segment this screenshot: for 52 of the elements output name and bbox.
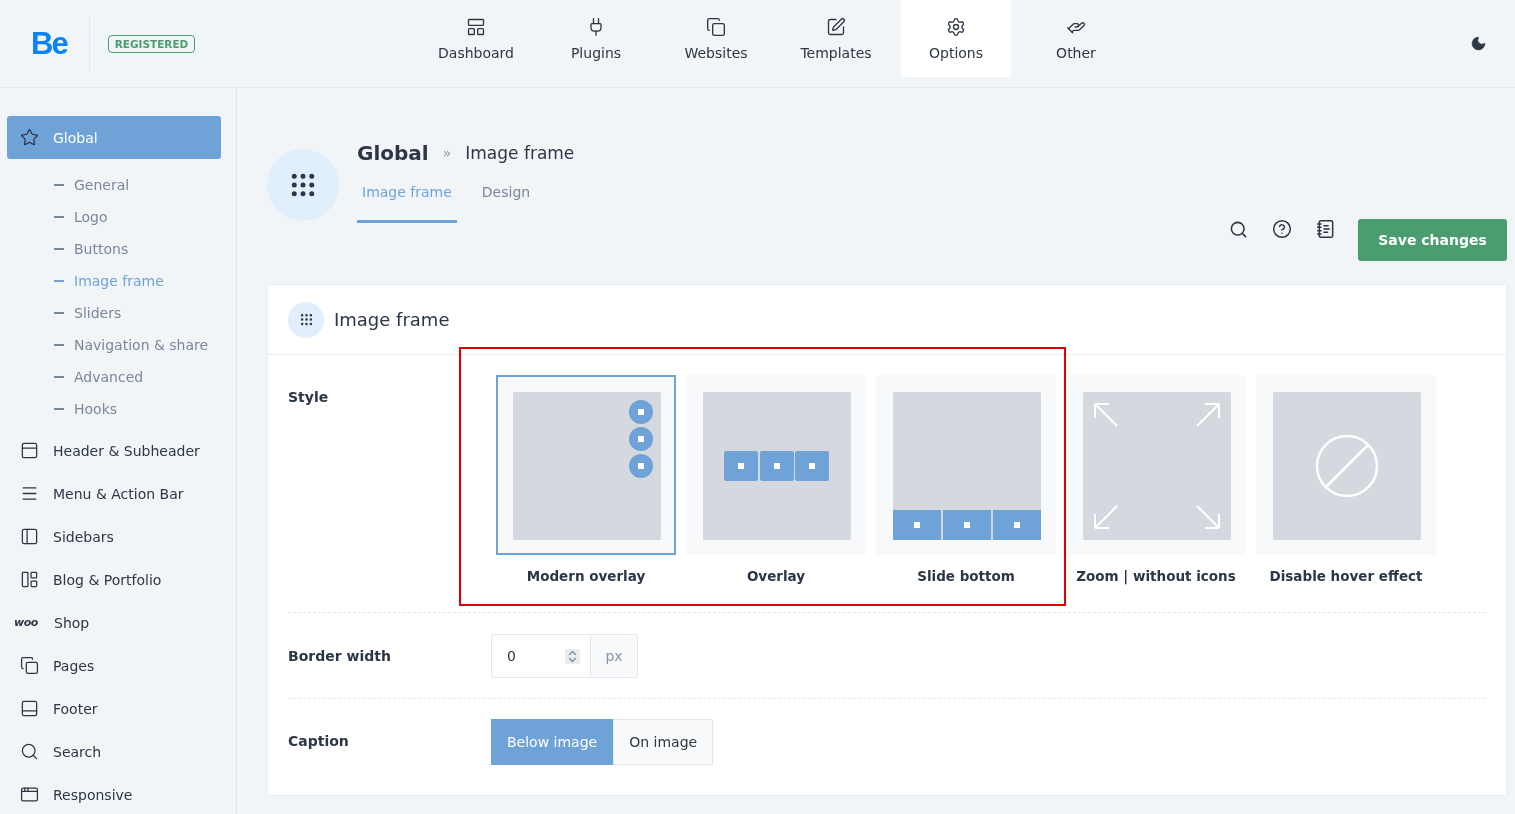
option-label: Disable hover effect [1269, 568, 1423, 584]
field-label: Border width [288, 647, 392, 666]
pen-square-icon [826, 16, 846, 37]
sidebar-item[interactable]: Footer [7, 687, 221, 730]
panels-icon [466, 16, 486, 37]
stacked-windows-icon [706, 16, 726, 37]
search-icon [20, 742, 39, 761]
menu-icon [20, 484, 39, 503]
nav-tab[interactable]: Dashboard [421, 0, 531, 77]
woo-logo: woo [14, 616, 39, 629]
unit-addon: px [591, 634, 638, 678]
help-icon[interactable] [1272, 219, 1292, 239]
registered-badge: REGISTERED [107, 34, 196, 53]
sidebar-item[interactable]: Pages [7, 644, 221, 687]
copy-icon [20, 656, 39, 675]
number-field[interactable]: 0 [491, 634, 591, 678]
layout-icon [20, 570, 39, 589]
sidebar-item[interactable]: Search [7, 730, 221, 773]
field-label: Caption [288, 732, 350, 751]
sidebar-item[interactable]: Sidebars [7, 515, 221, 558]
notes-icon[interactable] [1316, 219, 1336, 239]
nav-tab[interactable]: Websites [661, 0, 771, 77]
card-title: Image frame [334, 309, 450, 330]
breadcrumb-separator: » [442, 145, 452, 161]
star-icon [20, 128, 39, 147]
window-icon [20, 785, 39, 804]
caption-option[interactable]: On image [613, 719, 714, 765]
sidebar-item[interactable]: Responsive [7, 773, 221, 814]
option-label: Overlay [746, 568, 806, 584]
panel-top-icon [20, 441, 39, 460]
nav-tab[interactable]: Other [1021, 0, 1131, 77]
sidebar-item[interactable]: woo Shop [7, 601, 221, 644]
breadcrumb-title: Global [357, 141, 429, 165]
panel-bottom-icon [20, 699, 39, 718]
search-icon[interactable] [1229, 219, 1248, 239]
style-option[interactable] [496, 375, 676, 555]
dots-grid-icon [298, 312, 314, 327]
sidebar-item[interactable]: Header & Subheader [7, 429, 221, 472]
field-label: Style [288, 388, 330, 407]
spinner-icon[interactable] [565, 648, 580, 664]
gear-icon [946, 16, 966, 37]
sidebar-item[interactable]: Menu & Action Bar [7, 472, 221, 515]
option-label: Modern overlay [526, 568, 646, 584]
nav-tab[interactable]: Options [901, 0, 1011, 77]
moon-icon[interactable] [1470, 35, 1487, 52]
panel-left-icon [20, 527, 39, 546]
nav-tab[interactable]: Plugins [541, 0, 651, 77]
nav-tab[interactable]: Templates [781, 0, 891, 77]
option-label: Slide bottom [917, 568, 1015, 584]
sidebar-item[interactable]: Blog & Portfolio [7, 558, 221, 601]
breadcrumb-current: Image frame [465, 143, 575, 163]
option-label: Zoom | without icons [1076, 568, 1236, 584]
